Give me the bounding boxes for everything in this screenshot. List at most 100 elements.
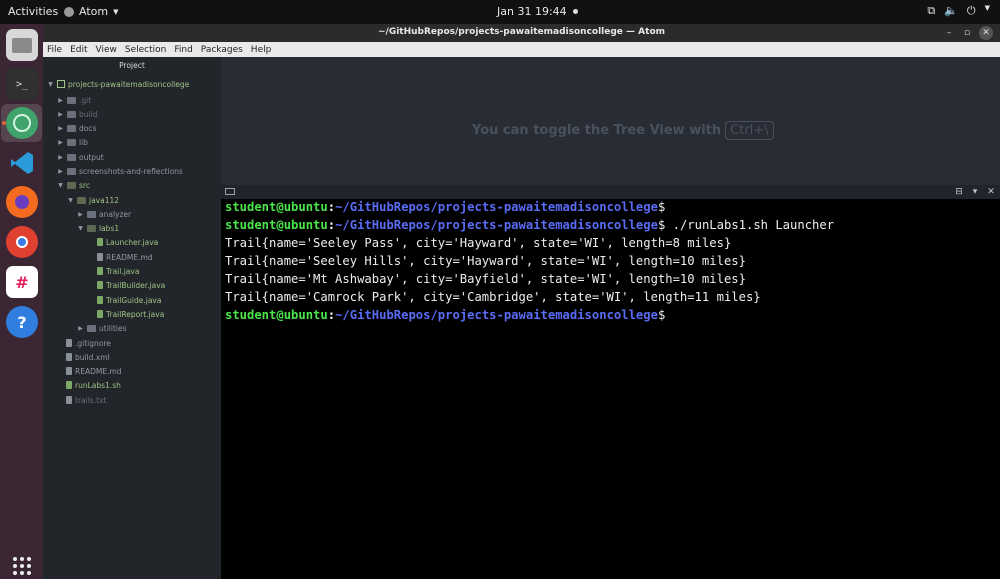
tree-item-label: analyzer	[99, 209, 132, 219]
menu-packages[interactable]: Packages	[201, 45, 243, 55]
tree-item-label: runLabs1.sh	[75, 380, 121, 390]
tree-item-java112[interactable]: ▼ java112	[67, 194, 119, 206]
tree-item-label: README.md	[75, 366, 122, 376]
clock[interactable]: Jan 31 19:44	[497, 5, 578, 18]
window-title-bar[interactable]: ~/GitHubRepos/projects-pawaitemadisoncol…	[43, 24, 1000, 42]
folder-icon	[67, 124, 76, 132]
file-icon	[97, 281, 103, 289]
tree-item-gitignore[interactable]: .gitignore	[66, 337, 111, 349]
chevron-down-icon: ▼	[113, 7, 119, 16]
system-tray[interactable]: ⧉ 🔈 ⏻ ▼	[927, 4, 990, 18]
terminal-tab-icon[interactable]	[225, 188, 235, 195]
menu-help[interactable]: Help	[251, 45, 272, 55]
minimize-icon[interactable]: –	[942, 26, 956, 40]
tree-item-label: Trail.java	[106, 266, 140, 276]
folder-icon	[77, 196, 86, 204]
tree-item-git[interactable]: ▶ .git	[57, 94, 91, 106]
tree-item-build[interactable]: ▶ build	[57, 108, 97, 120]
terminal-icon[interactable]: >_	[6, 68, 38, 100]
terminal-output-line: Trail{name='Seeley Hills', city='Hayward…	[225, 254, 746, 268]
hint-text: You can toggle the Tree View with	[472, 123, 722, 138]
chevron-down-icon: ▼	[58, 181, 63, 189]
system-top-bar: Activities Atom ▼ Jan 31 19:44 ⧉ 🔈 ⏻ ▼	[0, 0, 1000, 24]
files-icon[interactable]	[6, 29, 38, 61]
show-apps-icon[interactable]	[6, 556, 38, 576]
notification-dot-icon	[572, 9, 578, 14]
vscode-icon[interactable]	[6, 147, 38, 179]
tree-item-build-xml[interactable]: build.xml	[66, 351, 110, 363]
terminal-output-line: Trail{name='Mt Ashwabay', city='Bayfield…	[225, 272, 746, 286]
tree-item-docs[interactable]: ▶ docs	[57, 122, 96, 134]
terminal-command-line: student@ubuntu:~/GitHubRepos/projects-pa…	[225, 218, 834, 236]
clock-label: Jan 31 19:44	[497, 5, 567, 18]
chevron-right-icon: ▶	[58, 96, 63, 104]
folder-icon	[87, 324, 96, 332]
menu-file[interactable]: File	[47, 45, 62, 55]
close-icon[interactable]: ✕	[986, 187, 996, 197]
tree-item-label: build	[79, 109, 98, 119]
editor-pane[interactable]: You can toggle the Tree View with Ctrl+\	[221, 57, 1000, 185]
chevron-down-icon: ▼	[78, 224, 83, 232]
tree-item-trail-java[interactable]: Trail.java	[97, 265, 139, 277]
restore-icon[interactable]: ▫	[960, 26, 974, 40]
tree-item-label: .gitignore	[75, 338, 111, 348]
menu-find[interactable]: Find	[174, 45, 192, 55]
tree-item-runlabs1-sh[interactable]: runLabs1.sh	[66, 379, 121, 391]
prompt-separator: :	[327, 308, 336, 322]
tree-item-analyzer[interactable]: ▶ analyzer	[77, 208, 131, 220]
maximize-icon[interactable]: ⊟	[954, 187, 964, 197]
chevron-right-icon: ▶	[58, 124, 63, 132]
hide-icon[interactable]: ▾	[970, 187, 980, 197]
file-icon	[97, 253, 103, 261]
tree-item-src[interactable]: ▼ src	[57, 179, 90, 191]
tree-item-trails-txt[interactable]: trails.txt	[66, 394, 106, 406]
tree-view-toggle-hint: You can toggle the Tree View with Ctrl+\	[472, 121, 774, 140]
chevron-right-icon: ▶	[58, 138, 63, 146]
prompt-dollar: $	[657, 200, 666, 214]
slack-icon[interactable]: #	[6, 266, 38, 298]
tree-item-root[interactable]: ▼ projects-pawaitemadisoncollege	[47, 78, 189, 90]
tree-item-label: output	[79, 152, 104, 162]
tree-item-label: screenshots-and-reflections	[79, 166, 183, 176]
tree-item-trailbuilder-java[interactable]: TrailBuilder.java	[97, 279, 165, 291]
tree-item-launcher-java[interactable]: Launcher.java	[97, 236, 158, 248]
tree-item-label: docs	[79, 123, 97, 133]
tree-item-label: .git	[79, 95, 92, 105]
menu-selection[interactable]: Selection	[125, 45, 166, 55]
tree-item-label: Launcher.java	[106, 237, 159, 247]
file-icon	[97, 238, 103, 246]
tree-item-screenshots[interactable]: ▶ screenshots-and-reflections	[57, 165, 183, 177]
chrome-icon[interactable]	[6, 226, 38, 258]
prompt-user: student@ubuntu	[225, 308, 328, 322]
repo-icon	[57, 80, 65, 88]
app-menu[interactable]: Atom ▼	[64, 5, 118, 18]
help-icon[interactable]: ?	[6, 306, 38, 338]
tree-item-label: projects-pawaitemadisoncollege	[68, 79, 190, 89]
tree-item-utilities[interactable]: ▶ utilities	[77, 322, 127, 334]
tree-item-label: build.xml	[75, 352, 110, 362]
tree-item-trailguide-java[interactable]: TrailGuide.java	[97, 294, 161, 306]
terminal-prompt-line: student@ubuntu:~/GitHubRepos/projects-pa…	[225, 308, 665, 326]
activities-button[interactable]: Activities	[8, 5, 58, 18]
volume-icon: 🔈	[944, 4, 958, 17]
tree-item-labs1[interactable]: ▼ labs1	[77, 222, 119, 234]
tree-item-trailreport-java[interactable]: TrailReport.java	[97, 308, 164, 320]
tree-item-readme-labs1[interactable]: README.md	[97, 251, 153, 263]
folder-icon	[67, 167, 76, 175]
tree-item-readme-root[interactable]: README.md	[66, 365, 122, 377]
terminal[interactable]: student@ubuntu:~/GitHubRepos/projects-pa…	[221, 199, 1000, 579]
tree-item-output[interactable]: ▶ output	[57, 151, 104, 163]
chevron-right-icon: ▶	[58, 153, 63, 161]
firefox-icon[interactable]	[6, 186, 38, 218]
file-icon	[66, 396, 72, 404]
chevron-right-icon: ▶	[78, 210, 83, 218]
menu-view[interactable]: View	[96, 45, 117, 55]
hint-shortcut: Ctrl+\	[725, 121, 774, 140]
tree-item-lib[interactable]: ▶ lib	[57, 136, 88, 148]
tree-item-label: utilities	[99, 323, 127, 333]
atom-icon[interactable]	[6, 107, 38, 139]
close-icon[interactable]: ✕	[979, 26, 993, 40]
tree-item-label: src	[79, 180, 90, 190]
menu-edit[interactable]: Edit	[70, 45, 87, 55]
prompt-separator: :	[327, 218, 336, 232]
